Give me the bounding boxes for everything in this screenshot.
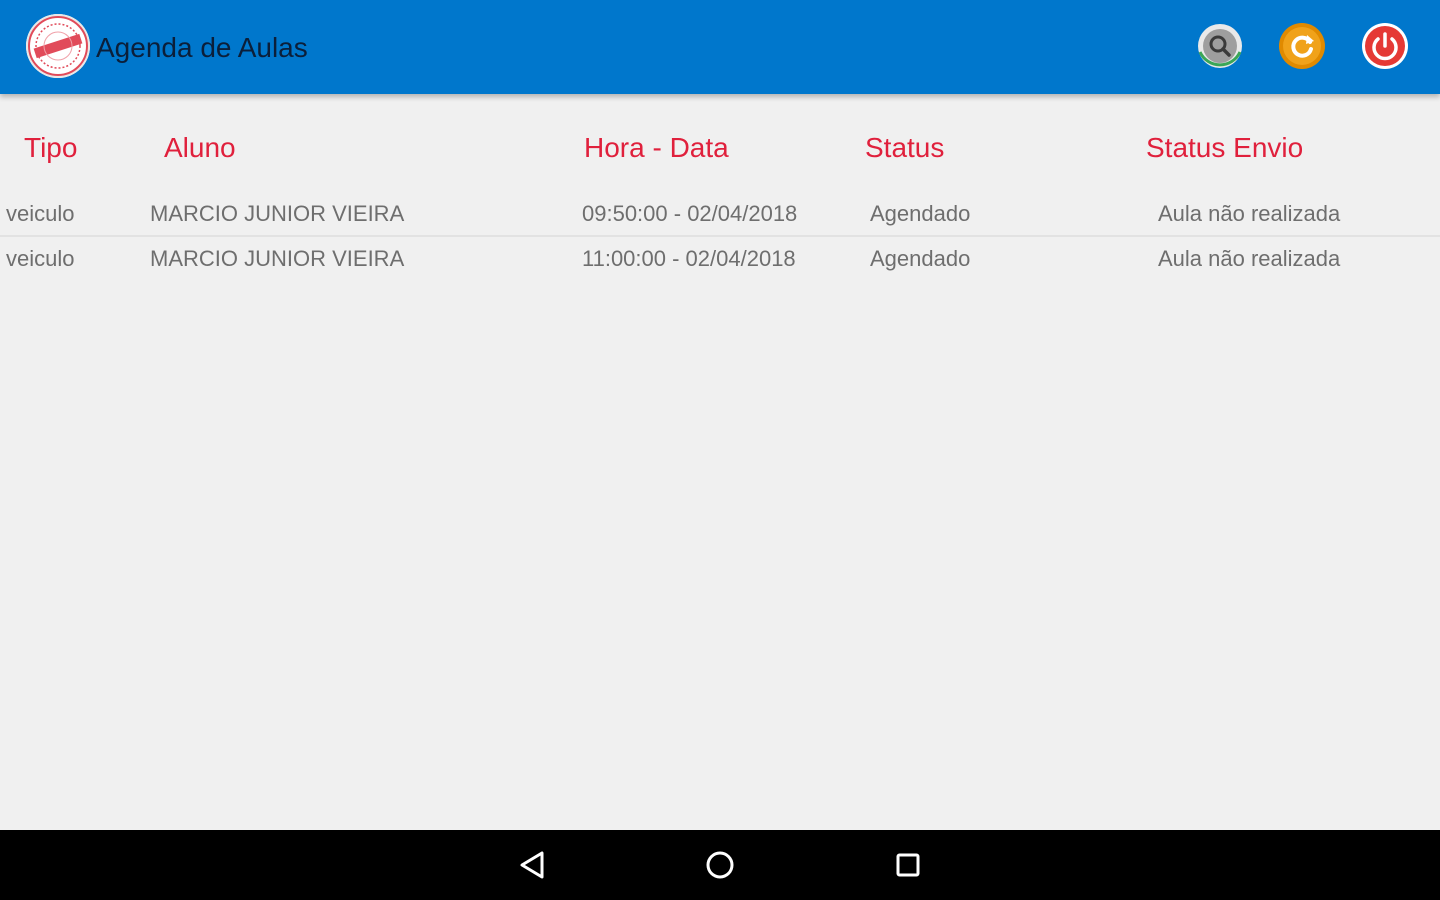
refresh-icon	[1279, 23, 1325, 69]
app-logo	[26, 14, 90, 78]
cell-hora-data: 11:00:00 - 02/04/2018	[582, 246, 796, 271]
header-status: Status	[865, 132, 945, 163]
header-status-envio: Status Envio	[1146, 132, 1304, 163]
system-nav-bar	[0, 830, 1440, 900]
refresh-button[interactable]	[1278, 22, 1326, 70]
cell-status-envio: Aula não realizada	[1158, 201, 1341, 226]
header-tipo: Tipo	[24, 132, 78, 163]
cell-aluno: MARCIO JUNIOR VIEIRA	[150, 246, 405, 271]
recent-apps-square-icon	[896, 853, 920, 877]
power-icon	[1362, 23, 1408, 69]
cell-hora-data: 09:50:00 - 02/04/2018	[582, 201, 798, 226]
cell-tipo: veiculo	[6, 201, 75, 226]
home-button[interactable]	[696, 841, 744, 889]
header-hora-data: Hora - Data	[584, 132, 729, 163]
back-triangle-icon	[520, 851, 544, 879]
back-button[interactable]	[508, 841, 556, 889]
table-row[interactable]: veiculo MARCIO JUNIOR VIEIRA 09:50:00 - …	[0, 192, 1440, 237]
cell-aluno: MARCIO JUNIOR VIEIRA	[150, 201, 405, 226]
lesson-list: veiculo MARCIO JUNIOR VIEIRA 09:50:00 - …	[0, 192, 1440, 282]
app-bar: Agenda de Aulas	[0, 0, 1440, 94]
search-icon	[1198, 24, 1242, 68]
search-button[interactable]	[1196, 22, 1244, 70]
header-aluno: Aluno	[164, 132, 236, 163]
table-header: Tipo Aluno Hora - Data Status Status Env…	[0, 128, 1440, 168]
power-button[interactable]	[1361, 22, 1409, 70]
cell-status: Agendado	[870, 201, 971, 226]
recent-apps-button[interactable]	[884, 841, 932, 889]
cell-status-envio: Aula não realizada	[1158, 246, 1341, 271]
table-row[interactable]: veiculo MARCIO JUNIOR VIEIRA 11:00:00 - …	[0, 237, 1440, 282]
home-circle-icon	[706, 851, 734, 879]
cell-status: Agendado	[870, 246, 971, 271]
stamp-logo-icon	[28, 16, 88, 76]
cell-tipo: veiculo	[6, 246, 75, 271]
app-screen: Agenda de Aulas Tipo Aluno Hora - Data S…	[0, 0, 1440, 900]
app-title: Agenda de Aulas	[96, 32, 308, 63]
